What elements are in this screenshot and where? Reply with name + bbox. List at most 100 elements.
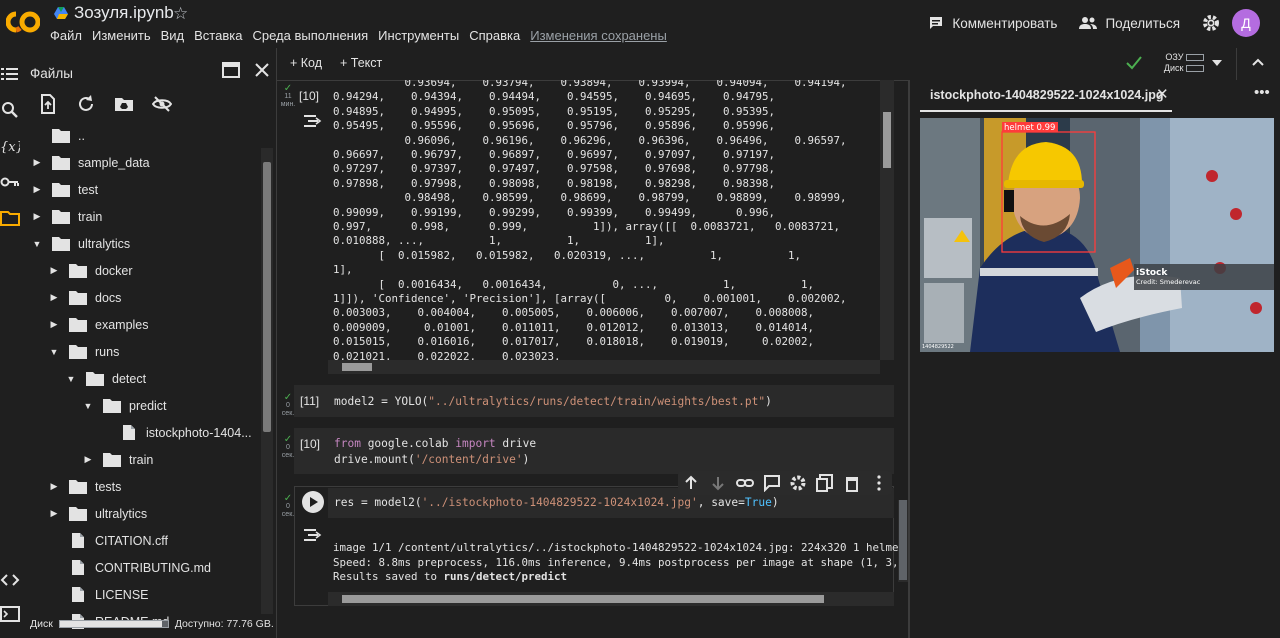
tree-file[interactable]: CITATION.cff xyxy=(49,527,168,554)
tree-file[interactable]: CONTRIBUTING.md xyxy=(49,554,211,581)
notebook-title[interactable]: Зозуля.ipynb xyxy=(54,3,174,23)
caret-right-icon[interactable]: ▶ xyxy=(49,265,59,276)
output-vertical-scrollbar[interactable] xyxy=(880,80,894,360)
tree-folder[interactable]: ▼ runs xyxy=(49,338,119,365)
code-line[interactable]: model2 = YOLO("../ultralytics/runs/detec… xyxy=(334,395,772,408)
tree-folder[interactable]: ▶ docs xyxy=(49,284,121,311)
caret-right-icon[interactable]: ▶ xyxy=(32,157,42,168)
code-token: res = model2( xyxy=(334,496,422,509)
gear-icon[interactable] xyxy=(789,474,807,492)
star-icon[interactable]: ☆ xyxy=(173,4,188,24)
folder-icon[interactable] xyxy=(0,208,20,228)
open-in-tab-icon[interactable] xyxy=(222,62,240,78)
image-tab[interactable]: istockphoto-1404829522-1024x1024.jpg xyxy=(930,88,1163,102)
caret-right-icon[interactable]: ▶ xyxy=(49,481,59,492)
search-icon[interactable] xyxy=(0,100,20,120)
tree-folder[interactable]: ▶ tests xyxy=(49,473,121,500)
mirror-cell-icon[interactable] xyxy=(816,474,834,492)
link-icon[interactable] xyxy=(735,474,754,492)
caret-down-icon[interactable]: ▼ xyxy=(49,347,59,357)
code-line[interactable]: res = model2('../istockphoto-1404829522-… xyxy=(334,496,779,509)
output-horizontal-scrollbar[interactable] xyxy=(328,592,894,606)
tree-file[interactable]: LICENSE xyxy=(49,581,149,608)
menu-edit[interactable]: Изменить xyxy=(92,28,151,43)
key-icon[interactable] xyxy=(0,172,20,192)
mount-drive-icon[interactable] xyxy=(114,94,134,114)
chevron-up-icon[interactable] xyxy=(1252,58,1264,66)
chevron-down-icon[interactable] xyxy=(1212,60,1222,68)
tree-folder[interactable]: .. xyxy=(32,122,85,149)
tree-folder[interactable]: ▼ detect xyxy=(66,365,146,392)
tree-folder[interactable]: ▶ train xyxy=(83,446,153,473)
add-text-button[interactable]: + Текст xyxy=(340,56,382,70)
menu-help[interactable]: Справка xyxy=(469,28,520,43)
caret-right-icon[interactable]: ▶ xyxy=(49,292,59,303)
caret-down-icon[interactable]: ▼ xyxy=(32,239,42,249)
refresh-icon[interactable] xyxy=(76,94,96,114)
caret-right-icon[interactable]: ▶ xyxy=(83,454,93,465)
add-code-button[interactable]: + Код xyxy=(290,56,322,70)
close-icon[interactable] xyxy=(254,62,270,78)
tree-folder[interactable]: ▼ predict xyxy=(83,392,167,419)
output-actions-icon[interactable] xyxy=(303,527,323,543)
menu-tools[interactable]: Инструменты xyxy=(378,28,459,43)
output-line: 0.96697, 0.96797, 0.96897, 0.96997, 0.97… xyxy=(333,148,776,161)
files-scrollbar-thumb[interactable] xyxy=(263,162,271,432)
output-horizontal-scrollbar-thumb[interactable] xyxy=(342,595,824,603)
toc-icon[interactable] xyxy=(0,64,20,84)
code-cell-10[interactable] xyxy=(294,428,894,474)
resources-indicator[interactable]: ОЗУ Диск xyxy=(1154,52,1204,74)
menu-file[interactable]: Файл xyxy=(50,28,82,43)
tree-folder[interactable]: ▶ docker xyxy=(49,257,133,284)
caret-down-icon[interactable]: ▼ xyxy=(83,401,93,411)
output-horizontal-scrollbar-thumb[interactable] xyxy=(342,363,372,371)
folder-icon xyxy=(86,372,104,386)
move-up-icon[interactable] xyxy=(682,474,700,492)
tree-folder[interactable]: ▶ test xyxy=(32,176,98,203)
notebook-scrollbar-thumb[interactable] xyxy=(899,500,907,580)
menu-view[interactable]: Вид xyxy=(161,28,185,43)
tree-folder[interactable]: ▶ ultralytics xyxy=(49,500,147,527)
menu-runtime[interactable]: Среда выполнения xyxy=(252,28,368,43)
variables-icon[interactable]: {x} xyxy=(0,136,20,156)
avatar[interactable]: Д xyxy=(1232,9,1260,37)
tree-folder[interactable]: ▶ sample_data xyxy=(32,149,150,176)
caret-down-icon[interactable]: ▼ xyxy=(66,374,76,384)
upload-icon[interactable] xyxy=(38,94,58,114)
notebook-scrollbar[interactable] xyxy=(898,500,908,582)
settings-button[interactable] xyxy=(1202,14,1220,32)
menu-insert[interactable]: Вставка xyxy=(194,28,242,43)
tree-folder[interactable]: ▶ examples xyxy=(49,311,149,338)
code-token: , save= xyxy=(697,496,745,509)
title-text[interactable]: Зозуля.ipynb xyxy=(74,3,174,23)
success-check-icon: ✓ xyxy=(283,83,293,94)
run-cell-button[interactable] xyxy=(302,491,324,513)
terminal-icon[interactable] xyxy=(0,604,20,624)
move-down-icon[interactable] xyxy=(709,474,727,492)
share-button[interactable]: Поделиться xyxy=(1079,16,1180,31)
tree-item-label: docker xyxy=(95,263,133,278)
comment-icon[interactable] xyxy=(763,474,781,492)
code-snippets-icon[interactable] xyxy=(0,570,20,590)
output-vertical-scrollbar-thumb[interactable] xyxy=(883,112,891,168)
caret-right-icon[interactable]: ▶ xyxy=(32,184,42,195)
comment-button[interactable]: Комментировать xyxy=(928,15,1057,31)
output-horizontal-scrollbar[interactable] xyxy=(328,360,880,374)
tree-folder[interactable]: ▼ ultralytics xyxy=(32,230,130,257)
more-vert-icon[interactable] xyxy=(870,474,888,492)
code-line[interactable]: drive.mount('/content/drive') xyxy=(334,453,529,466)
save-status-link[interactable]: Изменения сохранены xyxy=(530,28,667,43)
output-actions-icon[interactable] xyxy=(303,113,323,129)
delete-icon[interactable] xyxy=(843,474,861,492)
tree-file[interactable]: istockphoto-1404... xyxy=(100,419,252,446)
caret-right-icon[interactable]: ▶ xyxy=(49,508,59,519)
colab-logo[interactable] xyxy=(6,8,40,36)
more-horiz-icon[interactable]: ••• xyxy=(1254,84,1270,101)
tree-folder[interactable]: ▶ train xyxy=(32,203,102,230)
code-line[interactable]: from google.colab import drive xyxy=(334,437,536,450)
close-icon[interactable]: ✕ xyxy=(1156,85,1169,103)
hide-icon[interactable] xyxy=(152,94,172,114)
caret-right-icon[interactable]: ▶ xyxy=(32,211,42,222)
caret-right-icon[interactable]: ▶ xyxy=(49,319,59,330)
files-scrollbar[interactable] xyxy=(261,148,273,614)
